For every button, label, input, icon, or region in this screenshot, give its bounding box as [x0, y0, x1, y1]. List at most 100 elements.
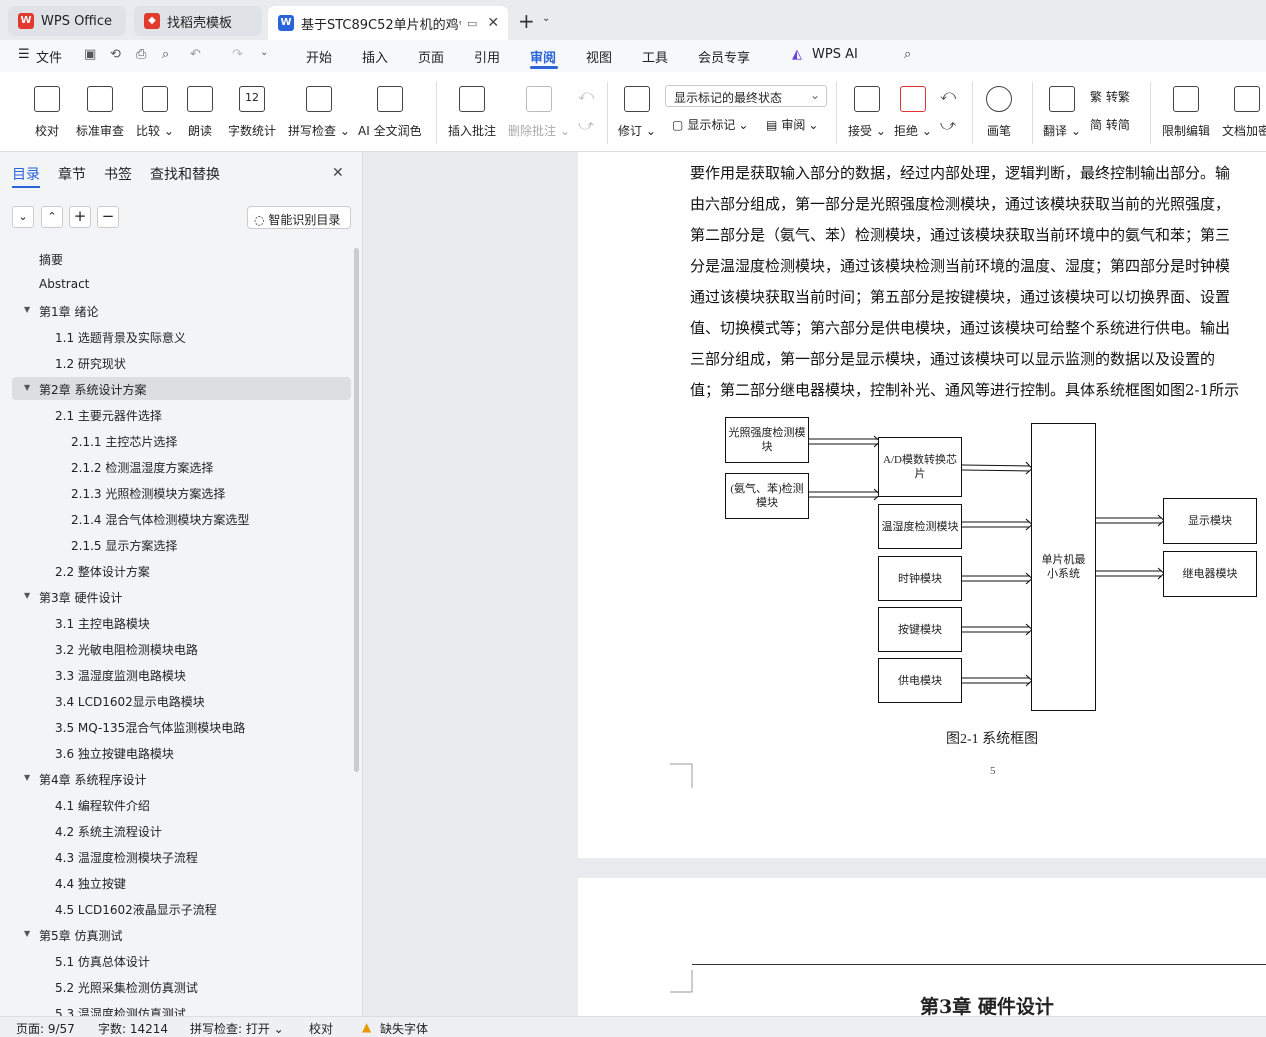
- toc-item[interactable]: 4.2 系统主流程设计: [55, 823, 162, 840]
- menu-insert[interactable]: 插入: [362, 47, 388, 66]
- nav-tab-bookmarks[interactable]: 书签: [104, 164, 132, 184]
- collapse-all-button[interactable]: ⌄: [12, 206, 34, 228]
- nav-tab-toc[interactable]: 目录: [12, 164, 40, 184]
- toc-item[interactable]: 2.1 主要元器件选择: [55, 407, 162, 424]
- menu-page[interactable]: 页面: [418, 47, 444, 66]
- close-pane-icon[interactable]: ✕: [332, 165, 344, 181]
- toc-expand-icon[interactable]: ▼: [24, 383, 30, 392]
- restrict-edit-button[interactable]: 限制编辑: [1162, 76, 1210, 139]
- toc-expand-icon[interactable]: ▼: [24, 305, 30, 314]
- toc-item[interactable]: 2.2 整体设计方案: [55, 563, 150, 580]
- track-changes-button[interactable]: 修订 ⌄: [618, 76, 656, 139]
- toc-item[interactable]: 第4章 系统程序设计: [39, 771, 146, 788]
- toc-item[interactable]: 2.1.5 显示方案选择: [71, 537, 177, 554]
- accept-button[interactable]: 接受 ⌄: [848, 76, 886, 139]
- show-markup-button[interactable]: ▢ 显示标记 ⌄: [672, 116, 748, 133]
- toc-item[interactable]: 3.4 LCD1602显示电路模块: [55, 693, 205, 710]
- print-preview-icon[interactable]: ⌕: [162, 47, 169, 62]
- translate-button[interactable]: 翻译 ⌄: [1043, 76, 1081, 139]
- toc-item[interactable]: 3.3 温湿度监测电路模块: [55, 667, 186, 684]
- menu-view[interactable]: 视图: [586, 47, 612, 66]
- menu-review[interactable]: 审阅: [530, 47, 556, 66]
- toc-expand-icon[interactable]: ▼: [24, 929, 30, 938]
- remove-heading-button[interactable]: −: [97, 206, 119, 228]
- expand-up-button[interactable]: ⌃: [41, 206, 63, 228]
- toc-item[interactable]: 第1章 绪论: [39, 303, 98, 320]
- toc-item[interactable]: 4.3 温湿度检测模块子流程: [55, 849, 198, 866]
- save-icon[interactable]: ▣: [84, 47, 96, 62]
- toc-item[interactable]: Abstract: [39, 277, 89, 291]
- insert-comment-button[interactable]: 插入批注: [448, 76, 496, 139]
- pen-button[interactable]: 画笔: [986, 76, 1012, 139]
- toc-item[interactable]: 5.1 仿真总体设计: [55, 953, 150, 970]
- compare-button[interactable]: 比较 ⌄: [136, 76, 174, 139]
- tab-template[interactable]: ◆ 找稻壳模板: [134, 6, 262, 36]
- markup-state-select[interactable]: 显示标记的最终状态 ⌄: [665, 85, 827, 107]
- close-tab-icon[interactable]: ✕: [487, 15, 499, 31]
- toc-item[interactable]: 2.1.4 混合气体检测模块方案选型: [71, 511, 249, 528]
- toc-item[interactable]: 5.2 光照采集检测仿真测试: [55, 979, 198, 996]
- menu-wps-ai[interactable]: WPS AI: [812, 47, 858, 62]
- new-tab-icon[interactable]: +: [518, 9, 535, 33]
- toc-item[interactable]: 第5章 仿真测试: [39, 927, 122, 944]
- to-traditional-button[interactable]: 繁 转繁: [1090, 88, 1130, 105]
- print-icon[interactable]: ⎙: [136, 47, 146, 62]
- search-icon[interactable]: ⌕: [904, 47, 911, 62]
- add-heading-button[interactable]: +: [69, 206, 91, 228]
- review-pane-button[interactable]: ▤ 审阅 ⌄: [766, 116, 818, 133]
- toc-item[interactable]: 3.2 光敏电阻检测模块电路: [55, 641, 198, 658]
- toc-expand-icon[interactable]: ▼: [24, 591, 30, 600]
- standard-review-button[interactable]: 标准审查: [76, 76, 124, 139]
- read-aloud-button[interactable]: 朗读: [187, 76, 213, 139]
- delete-comment-button[interactable]: 删除批注 ⌄: [508, 76, 570, 139]
- reject-button[interactable]: 拒绝 ⌄: [894, 76, 932, 139]
- undo-icon[interactable]: ↶: [190, 47, 201, 62]
- toc-item[interactable]: 4.5 LCD1602液晶显示子流程: [55, 901, 217, 918]
- prev-change-icon[interactable]: ⤺: [940, 86, 956, 104]
- toc-item[interactable]: 第2章 系统设计方案: [39, 381, 146, 398]
- spell-check-button[interactable]: 拼写检查 ⌄: [288, 76, 350, 139]
- word-count-button[interactable]: 12 字数统计: [228, 76, 276, 139]
- menu-file[interactable]: 文件: [36, 47, 62, 66]
- more-chevron-icon[interactable]: ⌄: [260, 47, 268, 58]
- toc-item[interactable]: 4.4 独立按键: [55, 875, 126, 892]
- menu-tools[interactable]: 工具: [642, 47, 668, 66]
- toc-item[interactable]: 2.1.3 光照检测模块方案选择: [71, 485, 225, 502]
- word-count-indicator[interactable]: 字数: 14214: [98, 1020, 168, 1037]
- menu-reference[interactable]: 引用: [474, 47, 500, 66]
- page-indicator[interactable]: 页面: 9/57: [16, 1020, 75, 1037]
- redo-icon[interactable]: ↷: [232, 47, 243, 62]
- to-simplified-button[interactable]: 简 转简: [1090, 116, 1130, 133]
- toc-item[interactable]: 4.1 编程软件介绍: [55, 797, 150, 814]
- tab-document[interactable]: W 基于STC89C52单片机的鸡舍环 ▭ ✕: [268, 6, 508, 40]
- nav-tab-sections[interactable]: 章节: [58, 164, 86, 184]
- proofread-button[interactable]: 校对: [34, 76, 60, 139]
- toc-expand-icon[interactable]: ▼: [24, 773, 30, 782]
- tab-wps-office[interactable]: W WPS Office: [8, 6, 126, 36]
- missing-font-status[interactable]: 缺失字体: [380, 1020, 428, 1037]
- prev-comment-icon[interactable]: ⤺: [578, 86, 594, 104]
- sidebar-scrollbar[interactable]: [354, 248, 359, 772]
- smart-toc-button[interactable]: ◌ 智能识别目录: [247, 206, 351, 229]
- tab-list-chevron-icon[interactable]: ⌄: [542, 13, 550, 24]
- export-icon[interactable]: ⟲: [110, 47, 121, 62]
- toc-item[interactable]: 2.1.1 主控芯片选择: [71, 433, 177, 450]
- spell-check-status[interactable]: 拼写检查: 打开 ⌄: [190, 1020, 284, 1037]
- toc-item[interactable]: 摘要: [39, 251, 63, 268]
- next-change-icon[interactable]: ⤻: [940, 116, 956, 134]
- toc-item[interactable]: 2.1.2 检测温湿度方案选择: [71, 459, 213, 476]
- toc-item[interactable]: 1.2 研究现状: [55, 355, 126, 372]
- ai-polish-button[interactable]: AI 全文润色: [358, 76, 422, 139]
- toc-item[interactable]: 1.1 选题背景及实际意义: [55, 329, 186, 346]
- nav-tab-find-replace[interactable]: 查找和替换: [150, 164, 220, 184]
- toc-item[interactable]: 3.1 主控电路模块: [55, 615, 150, 632]
- tab-window-icon[interactable]: ▭: [467, 17, 477, 30]
- hamburger-icon[interactable]: ☰: [18, 47, 30, 62]
- toc-item[interactable]: 第3章 硬件设计: [39, 589, 122, 606]
- menu-member[interactable]: 会员专享: [698, 47, 750, 66]
- proofread-status[interactable]: 校对: [309, 1020, 333, 1037]
- toc-item[interactable]: 3.5 MQ-135混合气体监测模块电路: [55, 719, 245, 736]
- encrypt-doc-button[interactable]: 文档加密: [1222, 76, 1266, 139]
- toc-item[interactable]: 3.6 独立按键电路模块: [55, 745, 174, 762]
- menu-start[interactable]: 开始: [306, 47, 332, 66]
